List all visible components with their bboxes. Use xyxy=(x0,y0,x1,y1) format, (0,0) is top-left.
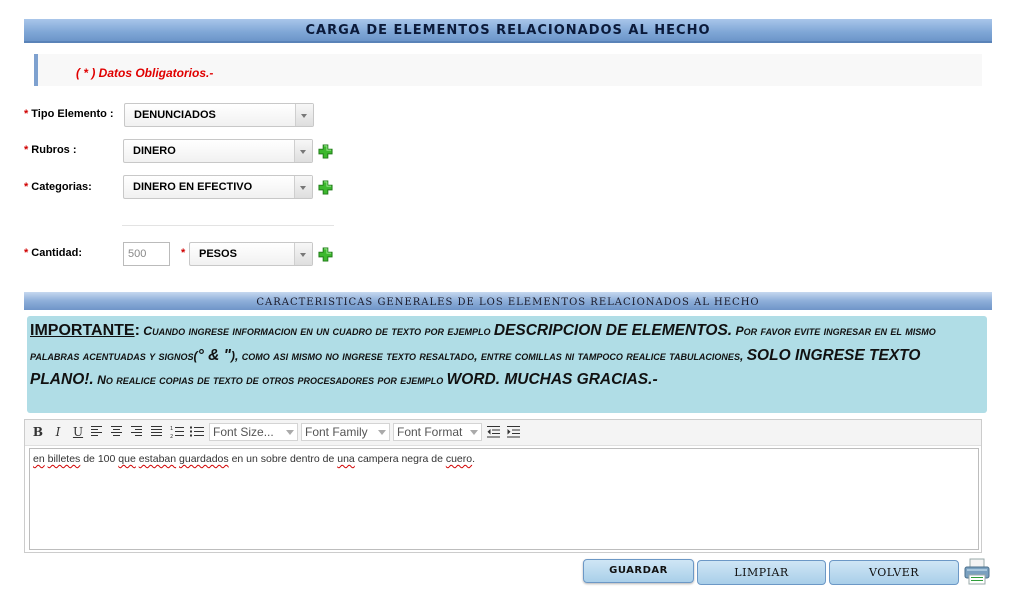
font-size-select-label: Font Size... xyxy=(213,425,274,439)
page-title: CARGA DE ELEMENTOS RELACIONADOS AL HECHO xyxy=(305,23,711,38)
underline-button[interactable]: U xyxy=(70,424,86,440)
editor-word: estaban xyxy=(138,453,177,465)
moneda-select[interactable]: PESOS xyxy=(189,242,313,266)
volver-button[interactable]: VOLVER xyxy=(829,560,959,585)
cantidad-label-text: Cantidad: xyxy=(31,247,83,259)
cantidad-label: * Cantidad: xyxy=(24,247,82,259)
rubros-value: DINERO xyxy=(133,145,176,157)
required-notice: ( * ) Datos Obligatorios.- xyxy=(34,54,982,86)
editor-word: que xyxy=(118,453,136,465)
required-mark: * xyxy=(24,108,29,120)
font-format-select[interactable]: Font Format xyxy=(393,423,482,441)
add-moneda-icon[interactable] xyxy=(318,247,333,262)
description-editor: B I U 1 2 Font Size... Font Family Font … xyxy=(24,419,982,553)
editor-word: en un sobre dentro de xyxy=(231,453,335,465)
important-emphasis-2: ° & " xyxy=(197,346,231,364)
section-title: CARACTERISTICAS GENERALES DE LOS ELEMENT… xyxy=(256,297,760,308)
chevron-down-icon xyxy=(286,430,294,435)
moneda-value: PESOS xyxy=(199,248,237,260)
rubros-select[interactable]: DINERO xyxy=(123,139,313,163)
ordered-list-icon[interactable]: 1 2 xyxy=(170,425,184,439)
tipo-elemento-select[interactable]: DENUNCIADOS xyxy=(124,103,314,127)
rubros-label-text: Rubros : xyxy=(31,144,77,156)
important-title: IMPORTANTE xyxy=(30,322,135,339)
editor-word: guardados xyxy=(179,453,229,465)
align-right-icon[interactable] xyxy=(131,426,142,437)
important-notice: IMPORTANTE: Cuando ingrese informacion e… xyxy=(27,316,987,413)
section-header: CARACTERISTICAS GENERALES DE LOS ELEMENT… xyxy=(24,292,992,310)
tipo-elemento-label: * Tipo Elemento : xyxy=(24,108,114,120)
align-left-icon[interactable] xyxy=(91,426,102,437)
tipo-elemento-value: DENUNCIADOS xyxy=(134,109,216,121)
tipo-elemento-label-text: Tipo Elemento : xyxy=(31,108,114,120)
required-mark: * xyxy=(24,181,29,193)
editor-word: una xyxy=(337,453,355,465)
categorias-value: DINERO EN EFECTIVO xyxy=(133,181,253,193)
font-format-select-label: Font Format xyxy=(397,425,463,439)
chevron-down-icon xyxy=(294,140,312,162)
editor-word: de 100 xyxy=(83,453,116,465)
editor-word: billetes xyxy=(47,453,81,465)
rubros-label: * Rubros : xyxy=(24,144,77,156)
align-center-icon[interactable] xyxy=(111,426,122,437)
important-text-4: No realice copias de texto de otros proc… xyxy=(93,373,447,387)
unordered-list-icon[interactable] xyxy=(190,425,204,439)
required-mark: * xyxy=(24,247,29,259)
chevron-down-icon xyxy=(295,104,313,126)
important-text-3: ), como asi mismo no ingrese texto resal… xyxy=(230,348,747,363)
add-rubro-icon[interactable] xyxy=(318,144,333,159)
printer-icon[interactable] xyxy=(962,557,992,587)
limpiar-button[interactable]: LIMPIAR xyxy=(697,560,826,585)
font-family-select-label: Font Family xyxy=(305,425,368,439)
form-divider xyxy=(122,225,334,226)
description-textarea[interactable]: en billetes de 100 que estaban guardados… xyxy=(29,448,979,550)
bold-button[interactable]: B xyxy=(30,424,46,440)
outdent-icon[interactable] xyxy=(487,426,500,438)
add-categoria-icon[interactable] xyxy=(318,180,333,195)
font-size-select[interactable]: Font Size... xyxy=(209,423,298,441)
chevron-down-icon xyxy=(294,243,312,265)
svg-text:2: 2 xyxy=(170,434,173,439)
italic-button[interactable]: I xyxy=(50,424,66,440)
editor-toolbar: B I U 1 2 Font Size... Font Family Font … xyxy=(25,420,981,446)
categorias-label: * Categorias: xyxy=(24,181,92,193)
chevron-down-icon xyxy=(294,176,312,198)
categorias-select[interactable]: DINERO EN EFECTIVO xyxy=(123,175,313,199)
important-emphasis-1: DESCRIPCION DE ELEMENTOS. xyxy=(493,322,733,339)
font-family-select[interactable]: Font Family xyxy=(301,423,390,441)
important-text-1: Cuando ingrese informacion en un cuadro … xyxy=(139,324,494,338)
required-mark: * xyxy=(181,247,186,259)
required-mark: * xyxy=(24,144,29,156)
chevron-down-icon xyxy=(378,430,386,435)
page-header: CARGA DE ELEMENTOS RELACIONADOS AL HECHO xyxy=(24,19,992,43)
editor-word: . xyxy=(472,453,476,465)
chevron-down-icon xyxy=(470,430,478,435)
editor-word: cuero xyxy=(445,453,473,465)
editor-word: en xyxy=(33,453,45,465)
categorias-label-text: Categorias: xyxy=(31,181,92,193)
align-justify-icon[interactable] xyxy=(151,426,162,437)
indent-icon[interactable] xyxy=(507,426,520,438)
guardar-button[interactable]: GUARDAR xyxy=(583,559,694,583)
svg-text:1: 1 xyxy=(170,426,173,432)
required-notice-text: ( * ) Datos Obligatorios.- xyxy=(76,66,214,80)
cantidad-input[interactable] xyxy=(123,242,170,266)
editor-word: campera negra de xyxy=(357,453,443,465)
important-emphasis-4: WORD. MUCHAS GRACIAS.- xyxy=(446,371,658,388)
